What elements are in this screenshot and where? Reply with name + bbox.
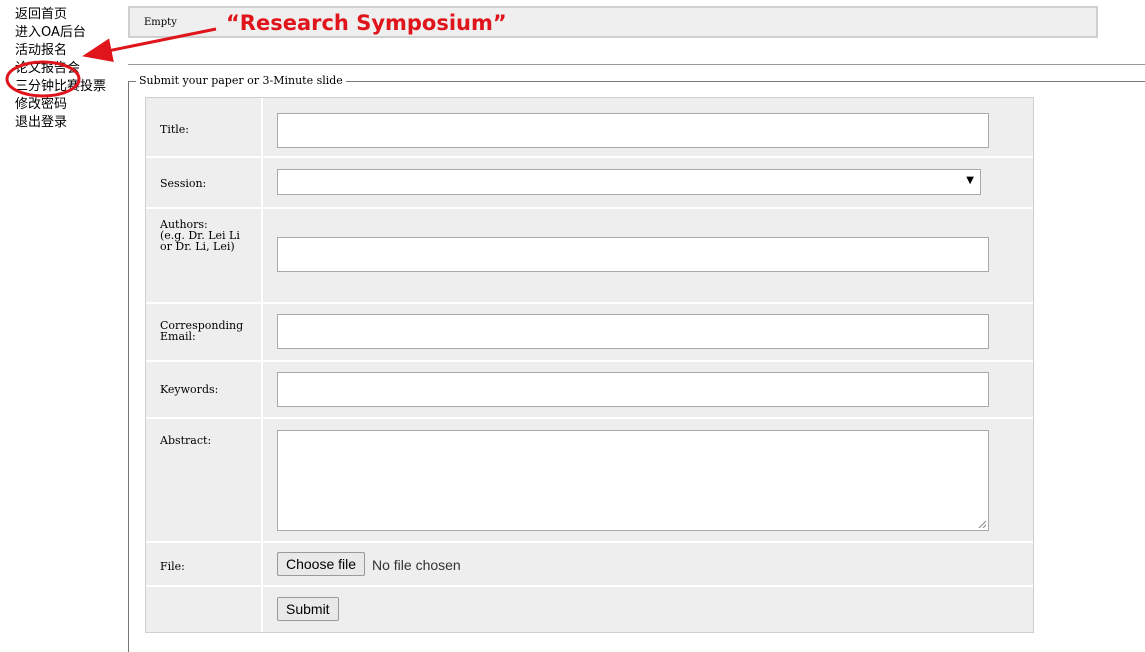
- nav-oa-backend[interactable]: 进入OA后台: [15, 24, 106, 42]
- form-row-submit: Submit: [146, 587, 1033, 632]
- nav-event-registration[interactable]: 活动报名: [15, 42, 106, 60]
- title-input[interactable]: [277, 113, 989, 148]
- email-label: Corresponding Email:: [146, 304, 263, 360]
- form-row-title: Title:: [146, 98, 1033, 158]
- form-row-email: Corresponding Email:: [146, 304, 1033, 362]
- session-field-cell: ▼: [263, 158, 1033, 207]
- fieldset-legend: Submit your paper or 3-Minute slide: [136, 74, 346, 87]
- form-row-keywords: Keywords:: [146, 362, 1033, 419]
- nav-home[interactable]: 返回首页: [15, 6, 106, 24]
- abstract-label: Abstract:: [146, 419, 263, 541]
- file-field-cell: Choose file No file chosen: [263, 543, 1033, 585]
- title-label: Title:: [146, 98, 263, 156]
- submission-form: Title: Session: ▼ Authors: (e.g. Dr. Lei…: [145, 97, 1034, 633]
- title-field-cell: [263, 98, 1033, 156]
- nav-logout[interactable]: 退出登录: [15, 114, 106, 132]
- resize-grip-icon[interactable]: [978, 520, 986, 528]
- separator-line: [128, 64, 1145, 65]
- session-select[interactable]: ▼: [277, 169, 981, 195]
- file-status-text: No file chosen: [372, 557, 461, 573]
- form-row-session: Session: ▼: [146, 158, 1033, 209]
- submit-label-cell: [146, 587, 263, 632]
- form-row-authors: Authors: (e.g. Dr. Lei Li or Dr. Li, Lei…: [146, 209, 1033, 304]
- form-row-file: File: Choose file No file chosen: [146, 543, 1033, 587]
- dropdown-arrow-icon: ▼: [966, 175, 974, 186]
- submit-button[interactable]: Submit: [277, 597, 339, 621]
- keywords-field-cell: [263, 362, 1033, 417]
- submit-field-cell: Submit: [263, 587, 1033, 632]
- session-label: Session:: [146, 158, 263, 207]
- nav-3-minute-vote[interactable]: 三分钟比赛投票: [15, 78, 106, 96]
- file-label: File:: [146, 543, 263, 585]
- authors-input[interactable]: [277, 237, 989, 272]
- keywords-label: Keywords:: [146, 362, 263, 417]
- left-nav: 返回首页 进入OA后台 活动报名 论文报告会 三分钟比赛投票 修改密码 退出登录: [15, 6, 106, 132]
- authors-label: Authors: (e.g. Dr. Lei Li or Dr. Li, Lei…: [146, 209, 263, 302]
- abstract-textarea[interactable]: [277, 430, 989, 531]
- keywords-input[interactable]: [277, 372, 989, 407]
- nav-change-password[interactable]: 修改密码: [15, 96, 106, 114]
- authors-field-cell: [263, 209, 1033, 302]
- fieldset-border-left: [128, 81, 129, 652]
- choose-file-button[interactable]: Choose file: [277, 552, 366, 576]
- form-row-abstract: Abstract:: [146, 419, 1033, 543]
- email-input[interactable]: [277, 314, 989, 349]
- nav-paper-symposium[interactable]: 论文报告会: [15, 60, 106, 78]
- abstract-field-cell: [263, 419, 1033, 541]
- status-text: Empty: [144, 17, 177, 28]
- email-field-cell: [263, 304, 1033, 360]
- annotation-label: “Research Symposium”: [226, 11, 507, 35]
